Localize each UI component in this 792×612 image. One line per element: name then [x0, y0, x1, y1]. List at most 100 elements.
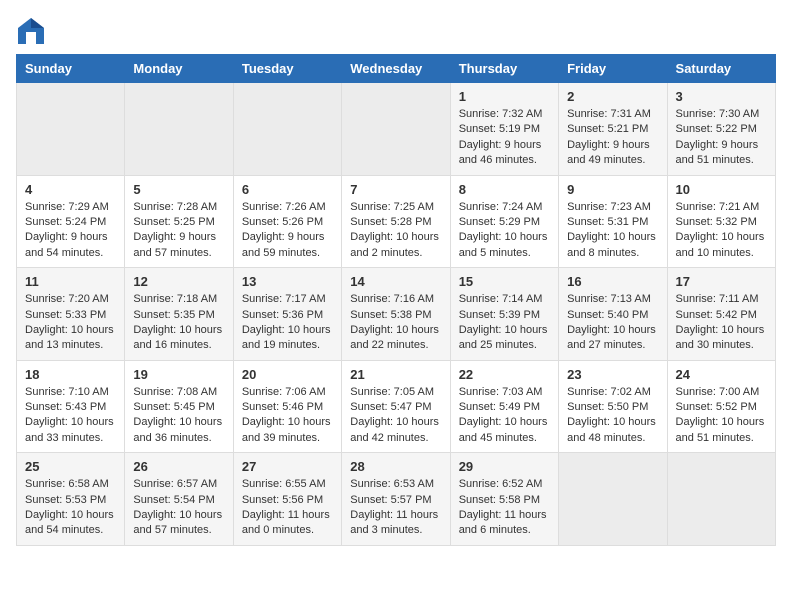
calendar-cell: 11 Sunrise: 7:20 AM Sunset: 5:33 PM Dayli… — [17, 268, 125, 361]
day-number: 25 — [25, 459, 116, 474]
day-number: 14 — [350, 274, 441, 289]
day-info: Sunrise: 7:30 AM Sunset: 5:22 PM Dayligh… — [676, 107, 767, 169]
day-number: 16 — [567, 274, 658, 289]
day-number: 12 — [133, 274, 224, 289]
day-number: 15 — [459, 274, 550, 289]
day-number: 10 — [676, 182, 767, 197]
day-number: 3 — [676, 89, 767, 104]
day-info: Sunrise: 7:29 AM Sunset: 5:24 PM Dayligh… — [25, 200, 116, 262]
logo-icon — [16, 16, 46, 46]
day-number: 5 — [133, 182, 224, 197]
calendar-cell: 6 Sunrise: 7:26 AM Sunset: 5:26 PM Daylig… — [233, 175, 341, 268]
day-info: Sunrise: 6:58 AM Sunset: 5:53 PM Dayligh… — [25, 477, 116, 539]
calendar-cell: 23 Sunrise: 7:02 AM Sunset: 5:50 PM Dayli… — [559, 360, 667, 453]
calendar-cell — [17, 83, 125, 176]
day-info: Sunrise: 6:57 AM Sunset: 5:54 PM Dayligh… — [133, 477, 224, 539]
calendar-cell: 10 Sunrise: 7:21 AM Sunset: 5:32 PM Dayli… — [667, 175, 775, 268]
calendar-cell: 16Sunrise: 7:13 AM Sunset: 5:40 PM Dayli… — [559, 268, 667, 361]
day-number: 29 — [459, 459, 550, 474]
day-info: Sunrise: 7:23 AM Sunset: 5:31 PM Dayligh… — [567, 200, 658, 262]
day-info: Sunrise: 7:03 AM Sunset: 5:49 PM Dayligh… — [459, 385, 550, 447]
calendar-cell — [125, 83, 233, 176]
day-number: 11 — [25, 274, 116, 289]
day-number: 20 — [242, 367, 333, 382]
logo — [16, 16, 50, 46]
day-number: 6 — [242, 182, 333, 197]
day-info: Sunrise: 7:05 AM Sunset: 5:47 PM Dayligh… — [350, 385, 441, 447]
day-number: 28 — [350, 459, 441, 474]
calendar-cell: 21 Sunrise: 7:05 AM Sunset: 5:47 PM Dayli… — [342, 360, 450, 453]
calendar: SundayMondayTuesdayWednesdayThursdayFrid… — [16, 54, 776, 546]
calendar-cell: 13 Sunrise: 7:17 AM Sunset: 5:36 PM Dayli… — [233, 268, 341, 361]
day-info: Sunrise: 7:18 AM Sunset: 5:35 PM Dayligh… — [133, 292, 224, 354]
day-info: Sunrise: 7:28 AM Sunset: 5:25 PM Dayligh… — [133, 200, 224, 262]
day-header-wednesday: Wednesday — [342, 55, 450, 83]
day-info: Sunrise: 7:31 AM Sunset: 5:21 PM Dayligh… — [567, 107, 658, 169]
calendar-week-row: 25 Sunrise: 6:58 AM Sunset: 5:53 PM Dayli… — [17, 453, 776, 546]
day-header-tuesday: Tuesday — [233, 55, 341, 83]
calendar-week-row: 18Sunrise: 7:10 AM Sunset: 5:43 PM Dayli… — [17, 360, 776, 453]
calendar-cell: 7 Sunrise: 7:25 AM Sunset: 5:28 PM Daylig… — [342, 175, 450, 268]
calendar-header-row: SundayMondayTuesdayWednesdayThursdayFrid… — [17, 55, 776, 83]
calendar-cell: 8 Sunrise: 7:24 AM Sunset: 5:29 PM Daylig… — [450, 175, 558, 268]
day-number: 9 — [567, 182, 658, 197]
day-number: 24 — [676, 367, 767, 382]
day-number: 23 — [567, 367, 658, 382]
day-info: Sunrise: 7:02 AM Sunset: 5:50 PM Dayligh… — [567, 385, 658, 447]
day-info: Sunrise: 7:17 AM Sunset: 5:36 PM Dayligh… — [242, 292, 333, 354]
day-info: Sunrise: 6:53 AM Sunset: 5:57 PM Dayligh… — [350, 477, 441, 539]
calendar-cell: 28 Sunrise: 6:53 AM Sunset: 5:57 PM Dayli… — [342, 453, 450, 546]
day-number: 4 — [25, 182, 116, 197]
calendar-cell: 15 Sunrise: 7:14 AM Sunset: 5:39 PM Dayli… — [450, 268, 558, 361]
day-info: Sunrise: 7:10 AM Sunset: 5:43 PM Dayligh… — [25, 385, 116, 447]
day-number: 17 — [676, 274, 767, 289]
day-info: Sunrise: 7:26 AM Sunset: 5:26 PM Dayligh… — [242, 200, 333, 262]
calendar-cell: 24 Sunrise: 7:00 AM Sunset: 5:52 PM Dayli… — [667, 360, 775, 453]
calendar-cell: 18Sunrise: 7:10 AM Sunset: 5:43 PM Dayli… — [17, 360, 125, 453]
calendar-cell — [667, 453, 775, 546]
day-number: 26 — [133, 459, 224, 474]
calendar-cell: 1 Sunrise: 7:32 AM Sunset: 5:19 PM Daylig… — [450, 83, 558, 176]
day-number: 19 — [133, 367, 224, 382]
calendar-cell — [559, 453, 667, 546]
day-info: Sunrise: 7:08 AM Sunset: 5:45 PM Dayligh… — [133, 385, 224, 447]
calendar-cell: 27 Sunrise: 6:55 AM Sunset: 5:56 PM Dayli… — [233, 453, 341, 546]
day-info: Sunrise: 6:52 AM Sunset: 5:58 PM Dayligh… — [459, 477, 550, 539]
day-number: 1 — [459, 89, 550, 104]
day-number: 2 — [567, 89, 658, 104]
day-info: Sunrise: 6:55 AM Sunset: 5:56 PM Dayligh… — [242, 477, 333, 539]
day-header-sunday: Sunday — [17, 55, 125, 83]
day-info: Sunrise: 7:24 AM Sunset: 5:29 PM Dayligh… — [459, 200, 550, 262]
calendar-cell: 19 Sunrise: 7:08 AM Sunset: 5:45 PM Dayli… — [125, 360, 233, 453]
calendar-cell: 4 Sunrise: 7:29 AM Sunset: 5:24 PM Daylig… — [17, 175, 125, 268]
calendar-cell: 9 Sunrise: 7:23 AM Sunset: 5:31 PM Daylig… — [559, 175, 667, 268]
day-info: Sunrise: 7:25 AM Sunset: 5:28 PM Dayligh… — [350, 200, 441, 262]
calendar-week-row: 11 Sunrise: 7:20 AM Sunset: 5:33 PM Dayli… — [17, 268, 776, 361]
day-number: 8 — [459, 182, 550, 197]
calendar-cell: 14 Sunrise: 7:16 AM Sunset: 5:38 PM Dayli… — [342, 268, 450, 361]
header — [16, 16, 776, 46]
day-number: 7 — [350, 182, 441, 197]
day-info: Sunrise: 7:16 AM Sunset: 5:38 PM Dayligh… — [350, 292, 441, 354]
day-number: 22 — [459, 367, 550, 382]
day-info: Sunrise: 7:21 AM Sunset: 5:32 PM Dayligh… — [676, 200, 767, 262]
day-number: 13 — [242, 274, 333, 289]
calendar-cell — [233, 83, 341, 176]
calendar-cell: 3 Sunrise: 7:30 AM Sunset: 5:22 PM Daylig… — [667, 83, 775, 176]
day-header-monday: Monday — [125, 55, 233, 83]
calendar-cell — [342, 83, 450, 176]
day-number: 27 — [242, 459, 333, 474]
calendar-cell: 29 Sunrise: 6:52 AM Sunset: 5:58 PM Dayli… — [450, 453, 558, 546]
calendar-cell: 22 Sunrise: 7:03 AM Sunset: 5:49 PM Dayli… — [450, 360, 558, 453]
day-header-thursday: Thursday — [450, 55, 558, 83]
day-info: Sunrise: 7:32 AM Sunset: 5:19 PM Dayligh… — [459, 107, 550, 169]
day-header-saturday: Saturday — [667, 55, 775, 83]
day-info: Sunrise: 7:00 AM Sunset: 5:52 PM Dayligh… — [676, 385, 767, 447]
day-number: 21 — [350, 367, 441, 382]
calendar-cell: 2 Sunrise: 7:31 AM Sunset: 5:21 PM Daylig… — [559, 83, 667, 176]
day-info: Sunrise: 7:14 AM Sunset: 5:39 PM Dayligh… — [459, 292, 550, 354]
calendar-cell: 17Sunrise: 7:11 AM Sunset: 5:42 PM Dayli… — [667, 268, 775, 361]
calendar-cell: 12 Sunrise: 7:18 AM Sunset: 5:35 PM Dayli… — [125, 268, 233, 361]
calendar-week-row: 4 Sunrise: 7:29 AM Sunset: 5:24 PM Daylig… — [17, 175, 776, 268]
day-info: Sunrise: 7:20 AM Sunset: 5:33 PM Dayligh… — [25, 292, 116, 354]
